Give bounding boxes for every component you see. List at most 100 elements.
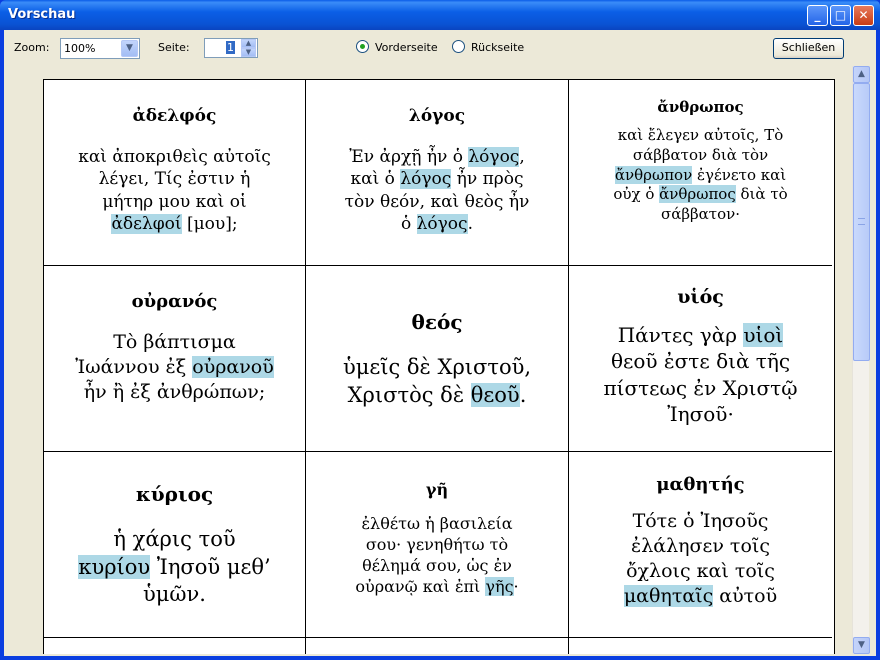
flashcard: μαθητής Τότε ὁ Ἰησοῦς ἐλάλησεν τοῖς ὄχλοις … [569,452,832,638]
card-verse: ὑμεῖς δὲ Χριστοῦ, Χριστὸς δὲ θεοῦ. [306,354,568,409]
verse-line: ὑμεῖς δὲ Χριστοῦ, [306,354,568,382]
spin-down-icon[interactable]: ▼ [241,48,256,57]
title-bar[interactable]: Vorschau _ □ ✕ [0,0,880,30]
card-sheet: ἀδελφός καὶ ἀποκριθεὶς αὐτοῖς λέγει, Τίς ἐ… [43,79,835,654]
card-verse: Πάντες γὰρ υἱοὶ θεοῦ ἐστε διὰ τῆς πίστεως … [569,322,832,428]
card-verse: Τὸ βάπτισμα Ἰωάννου ἐξ οὐρανοῦ ἦν ἢ ἐξ ἀνθ… [44,330,305,405]
highlighted-word: λόγος [416,214,468,235]
highlighted-word: ἄνθρωπος [659,185,736,204]
verse-line: οὐρανῷ καὶ ἐπὶ γῆς· [306,576,568,597]
verse-text: οὐρανῷ καὶ ἐπὶ [355,577,486,597]
card-verse: Ἐν ἀρχῇ ἦν ὁ λόγος, καὶ ὁ λόγος ἦν πρὸς τὸ… [306,146,568,236]
verse-text: Ἰησοῦ· [667,402,734,427]
verse-line: Ἐν ἀρχῇ ἦν ὁ λόγος, [306,146,568,168]
verse-text: θέλημά σου, ὡς ἐν [362,556,512,576]
verse-text: ὁ [401,214,417,235]
verse-line: καὶ ἔλεγεν αὐτοῖς, Τὸ [569,126,832,146]
card-word: κύριος [135,482,214,506]
flashcard: κύριος ἡ χάρις τοῦ κυρίου Ἰησοῦ μεθ’ ὑμῶν. [44,452,306,638]
verse-line: καὶ ἀποκριθεὶς αὐτοῖς [44,146,305,168]
verse-text: σάββατον διὰ τὸν [632,145,769,164]
verse-line: ἐλθέτω ἡ βασιλεία [306,513,568,534]
window-body: Zoom: 100% ▼ Seite: 1 ▲ ▼ Vorderseite Rü… [4,30,876,656]
highlighted-word: μαθηταῖς [623,585,714,608]
front-side-label[interactable]: Vorderseite [375,41,438,54]
scroll-thumb[interactable] [853,83,870,361]
card-verse: ἐλθέτω ἡ βασιλεία σου· γενηθήτω τὸ θέλημά … [306,513,568,597]
scroll-up-icon[interactable]: ▲ [853,66,870,83]
verse-text: Ἰωάννου ἐξ [75,356,193,379]
highlighted-word: κυρίου [78,554,151,579]
verse-text: λέγει, Τίς ἐστιν ἡ [98,169,251,190]
verse-line: ἐλάλησεν τοῖς [569,534,832,559]
verse-line: ἄνθρωπον ἐγένετο καὶ [569,165,832,186]
verse-text: ἐλάλησεν τοῖς [631,535,770,558]
verse-line: ἡ χάρις τοῦ [44,526,305,554]
verse-text: ἡ χάρις τοῦ [113,527,236,551]
scroll-down-icon[interactable]: ▼ [853,637,870,654]
verse-text: καὶ ἔλεγεν αὐτοῖς, Τὸ [617,126,784,144]
verse-text: σάββατον· [660,205,741,224]
card-word: λόγος [408,106,466,126]
flashcard: γῆ ἐλθέτω ἡ βασιλεία σου· γενηθήτω τὸ θέλημ… [306,452,569,638]
flashcard: λόγος Ἐν ἀρχῇ ἦν ὁ λόγος, καὶ ὁ λόγος ἦν π… [306,80,569,266]
verse-text: διὰ τὸ [735,185,788,204]
verse-text: οὐχ ὁ [613,185,660,204]
verse-text: ὑμῶν. [143,582,206,607]
verse-line: θέλημά σου, ὡς ἐν [306,555,568,576]
maximize-button[interactable]: □ [830,5,851,26]
highlighted-word: λόγος [468,147,520,167]
verse-text: ἐλθέτω ἡ βασιλεία [361,514,513,533]
verse-text: ὑμεῖς δὲ Χριστοῦ, [342,355,532,379]
highlighted-word: οὐρανοῦ [192,356,274,379]
flashcard: ἄνθρωπος καὶ ἔλεγεν αὐτοῖς, Τὸ σάββατον δι… [569,80,832,266]
verse-line: πίστεως ἐν Χριστῷ [569,375,832,401]
highlighted-word: λόγος [400,169,452,190]
verse-text: Ἰησοῦ μεθ’ [150,554,271,579]
flashcard-empty [306,638,569,654]
verse-text: · [513,577,519,597]
page-value[interactable]: 1 [226,41,235,54]
verse-text: , [519,147,525,167]
chevron-down-icon[interactable]: ▼ [121,40,138,57]
back-side-label[interactable]: Rückseite [471,41,524,54]
verse-line: μήτηρ μου καὶ οἱ [44,191,305,213]
verse-line: θεοῦ ἐστε διὰ τῆς [569,348,832,374]
verse-line: σάββατον· [569,205,832,225]
close-window-button[interactable]: ✕ [853,5,874,26]
verse-line: οὐχ ὁ ἄνθρωπος διὰ τὸ [569,185,832,205]
close-button[interactable]: Schließen [773,38,844,59]
vertical-scrollbar[interactable]: ▲ ▼ [852,66,870,654]
verse-line: Πάντες γὰρ υἱοὶ [569,322,832,348]
spin-up-icon[interactable]: ▲ [241,39,256,48]
card-word: ἀδελφός [132,106,217,126]
card-word: οὐρανός [131,291,218,312]
verse-line: Τότε ὁ Ἰησοῦς [569,509,832,534]
verse-line: ὑμῶν. [44,581,305,609]
verse-line: μαθηταῖς αὐτοῦ [569,584,832,609]
card-verse: ἡ χάρις τοῦ κυρίου Ἰησοῦ μεθ’ ὑμῶν. [44,526,305,609]
verse-text: ἦν πρὸς [451,169,524,190]
zoom-select[interactable]: 100% ▼ [60,38,140,59]
verse-line: τὸν θεόν, καὶ θεὸς ἦν [306,191,568,213]
minimize-button[interactable]: _ [807,5,828,26]
card-word: ἄνθρωπος [657,98,744,116]
card-verse: Τότε ὁ Ἰησοῦς ἐλάλησεν τοῖς ὄχλοις καὶ τοῖ… [569,509,832,609]
front-side-radio[interactable] [356,40,369,53]
page-spinner[interactable]: 1 ▲ ▼ [204,38,258,58]
verse-text: καὶ ὁ [350,169,401,190]
verse-text: θεοῦ ἐστε διὰ τῆς [610,349,791,374]
highlighted-word: ἄνθρωπον [614,165,693,184]
verse-line: Ἰωάννου ἐξ οὐρανοῦ [44,355,305,380]
verse-line: σάββατον διὰ τὸν [569,146,832,166]
verse-line: σου· γενηθήτω τὸ [306,534,568,555]
verse-text: πίστεως ἐν Χριστῷ [603,375,798,400]
verse-line: Χριστὸς δὲ θεοῦ. [306,382,568,410]
zoom-label: Zoom: [14,41,50,54]
verse-text: ὄχλοις καὶ τοῖς [626,560,775,583]
verse-line: ὁ λόγος. [306,213,568,235]
verse-line: Τὸ βάπτισμα [44,330,305,355]
back-side-radio[interactable] [452,40,465,53]
verse-text: Ἐν ἀρχῇ ἦν ὁ [349,147,469,167]
verse-line: ἀδελφοί [μου]; [44,213,305,235]
